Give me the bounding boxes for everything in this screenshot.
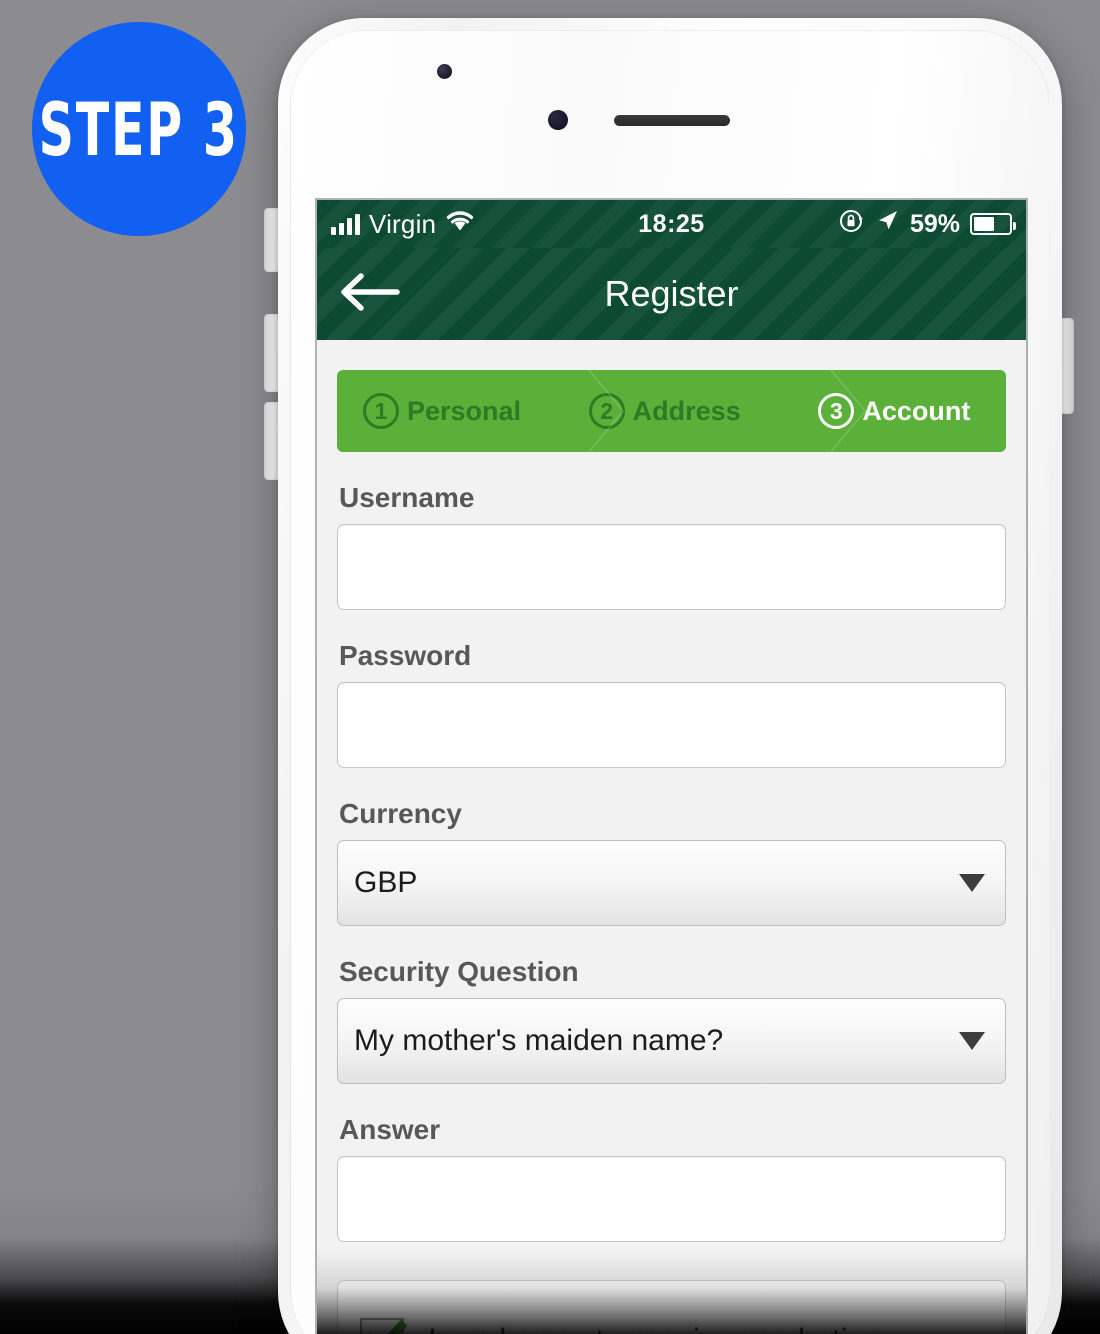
- carrier-label: Virgin: [369, 208, 437, 239]
- marketing-label: I am happy to receive marketing: [428, 1322, 883, 1334]
- answer-input[interactable]: [337, 1156, 1006, 1242]
- page-title: Register: [604, 273, 739, 314]
- step-item-address[interactable]: 2 Address: [551, 370, 777, 452]
- security-question-selected-value: My mother's maiden name?: [354, 1024, 724, 1057]
- marketing-optin-panel: I am happy to receive marketing: [337, 1280, 1006, 1334]
- proximity-sensor-icon: [548, 110, 568, 130]
- step-label-personal: Personal: [407, 395, 522, 426]
- battery-percent-label: 59%: [909, 209, 960, 238]
- rotation-lock-icon: [839, 208, 865, 241]
- currency-selected-value: GBP: [354, 866, 418, 899]
- phone-screen: Virgin 18:25 59% Register 1 Personal 2 A…: [317, 200, 1026, 1334]
- back-arrow-icon: [337, 269, 401, 320]
- security-question-label: Security Question: [339, 956, 579, 987]
- navigation-bar: Register: [317, 248, 1026, 340]
- step-number-2: 2: [588, 393, 625, 429]
- field-security-question: Security Question My mother's maiden nam…: [337, 956, 1006, 1084]
- step-indicator: 1 Personal 2 Address 3 Account: [337, 370, 1006, 452]
- chevron-down-icon: [959, 874, 985, 892]
- status-bar-left: Virgin: [331, 209, 475, 240]
- step-item-account[interactable]: 3 Account: [776, 370, 1006, 452]
- step-number-3: 3: [818, 393, 855, 429]
- location-arrow-icon: [875, 208, 900, 240]
- camera-icon: [437, 64, 452, 79]
- status-bar: Virgin 18:25 59%: [317, 200, 1026, 248]
- battery-icon: [970, 213, 1016, 235]
- earpiece-speaker: [614, 115, 730, 126]
- field-answer: Answer: [337, 1114, 1006, 1242]
- step-number-1: 1: [363, 393, 399, 429]
- password-input[interactable]: [337, 682, 1006, 768]
- currency-select[interactable]: GBP: [337, 840, 1006, 926]
- chevron-down-icon: [959, 1032, 985, 1050]
- signal-bars-icon: [331, 213, 360, 235]
- security-question-select[interactable]: My mother's maiden name?: [337, 998, 1006, 1084]
- step-label-address: Address: [632, 395, 741, 426]
- wifi-icon: [445, 209, 475, 239]
- username-label: Username: [339, 482, 475, 513]
- field-password: Password: [337, 640, 1006, 768]
- step-item-personal[interactable]: 1 Personal: [337, 370, 551, 452]
- step-badge-label: STEP 3: [38, 85, 240, 173]
- status-bar-right: 59%: [839, 208, 1016, 241]
- currency-label: Currency: [339, 798, 462, 829]
- password-label: Password: [339, 640, 472, 671]
- registration-form: 1 Personal 2 Address 3 Account Username …: [317, 340, 1026, 1334]
- answer-label: Answer: [339, 1114, 441, 1145]
- step-label-account: Account: [862, 395, 971, 426]
- back-button[interactable]: [317, 248, 421, 340]
- step-badge: STEP 3: [32, 22, 246, 236]
- field-currency: Currency GBP: [337, 798, 1006, 926]
- field-username: Username: [337, 482, 1006, 610]
- username-input[interactable]: [337, 524, 1006, 610]
- marketing-checkbox[interactable]: [360, 1318, 407, 1334]
